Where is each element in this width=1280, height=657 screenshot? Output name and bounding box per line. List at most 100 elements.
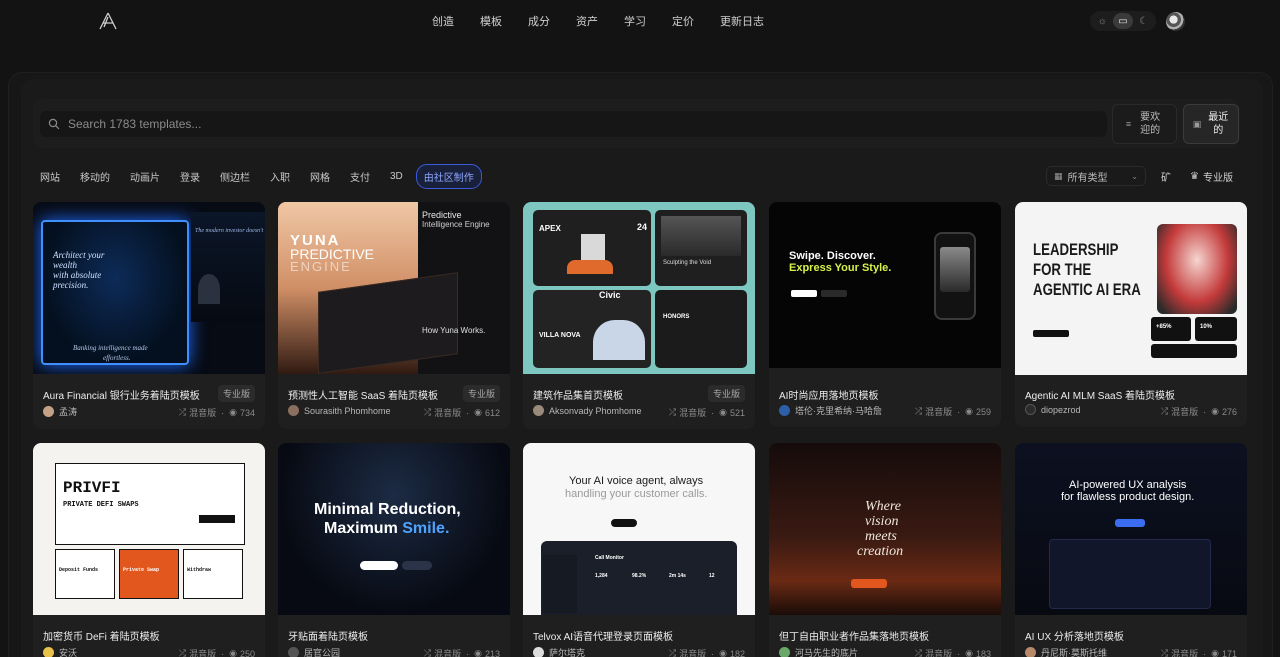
template-card[interactable]: Swipe. Discover. Express Your Style. AI时… bbox=[769, 202, 1001, 427]
thumb-stat-1: +85% bbox=[1156, 324, 1172, 330]
thumb-minimal: Minimal Reduction, bbox=[314, 501, 461, 518]
dot-separator: · bbox=[221, 648, 225, 657]
template-card[interactable]: AI-powered UX analysis for flawless prod… bbox=[1015, 443, 1247, 657]
chip-login[interactable]: 登录 bbox=[173, 165, 207, 188]
search-input[interactable]: Search 1783 templates... bbox=[40, 111, 1107, 137]
card-title: Aura Financial 银行业务着陆页模板 bbox=[43, 391, 200, 402]
card-author[interactable]: 塔伦·克里希纳·马哈詹 bbox=[779, 404, 882, 417]
card-stats: ⤮ 混音版 · ◉ 259 bbox=[915, 405, 991, 418]
pro-badge: 专业版 bbox=[217, 385, 255, 402]
card-author[interactable]: 居官公园 bbox=[288, 646, 340, 657]
card-author[interactable]: 丹尼斯·莫斯托维 bbox=[1025, 646, 1107, 657]
dot-separator: · bbox=[1203, 406, 1207, 417]
monitor-icon[interactable]: ▭ bbox=[1112, 13, 1133, 29]
template-card[interactable]: Your AI voice agent, always handling you… bbox=[523, 443, 755, 657]
template-thumbnail: AI-powered UX analysis for flawless prod… bbox=[1015, 443, 1247, 615]
card-author[interactable]: 萨尔塔克 bbox=[533, 646, 585, 657]
calendar-icon: ▣ bbox=[1192, 118, 1202, 129]
template-thumbnail: Swipe. Discover. Express Your Style. bbox=[769, 202, 1001, 368]
card-author[interactable]: Sourasith Phomhome bbox=[288, 405, 391, 416]
view-count: 259 bbox=[975, 406, 991, 417]
dot-separator: · bbox=[466, 407, 470, 418]
thumb-voice-2: handling your customer calls. bbox=[565, 488, 708, 500]
moon-icon[interactable]: ☾ bbox=[1134, 13, 1154, 29]
card-author[interactable]: 孟涛 bbox=[43, 405, 77, 418]
theme-switch: ☼ ▭ ☾ bbox=[1090, 11, 1156, 31]
eye-icon: ◉ bbox=[965, 406, 973, 416]
sort-recent-button[interactable]: ▣ 最近的 bbox=[1183, 104, 1239, 144]
thumb-ux-2: for flawless product design. bbox=[1061, 491, 1195, 503]
card-author[interactable]: 安沃 bbox=[43, 646, 77, 657]
template-thumbnail: YUNA PREDICTIVE ENGINE Predictive Intell… bbox=[278, 202, 510, 374]
card-author[interactable]: Aksonvady Phomhome bbox=[533, 405, 642, 416]
eye-icon: ◉ bbox=[1211, 406, 1219, 416]
author-name: 丹尼斯·莫斯托维 bbox=[1041, 648, 1107, 657]
sun-icon[interactable]: ☼ bbox=[1092, 13, 1112, 29]
pro-filter-button[interactable]: ♛ 专业版 bbox=[1190, 166, 1233, 186]
template-card[interactable]: PRIVFI PRIVATE DEFI SWAPS Deposit Funds … bbox=[33, 443, 265, 657]
crown-icon: ♛ bbox=[1190, 170, 1199, 182]
eye-icon: ◉ bbox=[474, 648, 482, 657]
chip-3d[interactable]: 3D bbox=[383, 167, 410, 186]
thumb-foot-1: Banking intelligence made bbox=[73, 344, 148, 352]
nav-create[interactable]: 创造 bbox=[424, 13, 462, 29]
template-card[interactable]: APEX 24 Sculpting the Void Civic VILLA N… bbox=[523, 202, 755, 429]
list-icon: ≡ bbox=[1125, 118, 1132, 129]
mine-button[interactable]: 矿 bbox=[1156, 166, 1176, 186]
nav-learn[interactable]: 学习 bbox=[616, 13, 654, 29]
template-card[interactable]: Minimal Reduction, Maximum Smile. 牙贴面着陆页… bbox=[278, 443, 510, 657]
thumb-headline-4: precision. bbox=[53, 280, 89, 290]
logo-icon[interactable] bbox=[98, 11, 118, 31]
chip-grid[interactable]: 网格 bbox=[303, 165, 337, 188]
template-card[interactable]: Architect your wealth with absolute prec… bbox=[33, 202, 265, 429]
thumb-agentic: AGENTIC AI ERA bbox=[1033, 280, 1141, 299]
author-avatar bbox=[288, 647, 299, 657]
nav-components[interactable]: 成分 bbox=[520, 13, 558, 29]
nav-templates[interactable]: 模板 bbox=[472, 13, 510, 29]
view-count: 276 bbox=[1221, 406, 1237, 417]
type-select[interactable]: ▦ 所有类型 ⌄ bbox=[1046, 166, 1146, 186]
chip-mobile[interactable]: 移动的 bbox=[73, 165, 117, 188]
user-avatar[interactable] bbox=[1166, 12, 1185, 31]
card-author[interactable]: 河马先生的底片 bbox=[779, 646, 858, 657]
card-title: AI UX 分析落地页模板 bbox=[1025, 632, 1124, 643]
thumb-maximum: Maximum Smile. bbox=[324, 520, 449, 538]
chip-animation[interactable]: 动画片 bbox=[123, 165, 167, 188]
nav-changelog[interactable]: 更新日志 bbox=[712, 13, 772, 29]
thumb-stat-2: 10% bbox=[1200, 324, 1213, 330]
template-card[interactable]: Where vision meets creation 但丁自由职业者作品集落地… bbox=[769, 443, 1001, 657]
search-placeholder: Search 1783 templates... bbox=[68, 117, 202, 131]
sort-popular-button[interactable]: ≡ 要欢迎的 bbox=[1112, 104, 1177, 144]
thumb-villa: VILLA NOVA bbox=[539, 332, 581, 339]
search-icon bbox=[48, 118, 60, 130]
chip-website[interactable]: 网站 bbox=[33, 165, 67, 188]
card-title: Telvox AI语音代理登录页面模板 bbox=[533, 632, 674, 643]
thumb-voice-1: Your AI voice agent, always bbox=[569, 475, 704, 487]
thumb-how: How Yuna Works. bbox=[422, 326, 486, 335]
remix-label: 混音版 bbox=[434, 408, 462, 418]
card-stats: ⤮ 混音版 · ◉ 734 bbox=[179, 406, 255, 419]
eye-icon: ◉ bbox=[719, 648, 727, 657]
template-thumbnail: Where vision meets creation bbox=[769, 443, 1001, 615]
chip-onboarding[interactable]: 入职 bbox=[263, 165, 297, 188]
remix-label: 混音版 bbox=[679, 649, 707, 657]
chip-community[interactable]: 由社区制作 bbox=[415, 163, 482, 189]
chip-payment[interactable]: 支付 bbox=[343, 165, 377, 188]
shuffle-icon: ⤮ bbox=[668, 407, 677, 417]
template-card[interactable]: LEADERSHIP FOR THE AGENTIC AI ERA +85% 1… bbox=[1015, 202, 1247, 427]
template-card[interactable]: YUNA PREDICTIVE ENGINE Predictive Intell… bbox=[278, 202, 510, 429]
card-title: 牙贴面着陆页模板 bbox=[288, 632, 368, 643]
remix-label: 混音版 bbox=[1171, 407, 1199, 417]
thumb-vision: vision bbox=[865, 514, 899, 529]
view-count: 182 bbox=[729, 648, 745, 657]
chip-sidebar[interactable]: 侧边栏 bbox=[213, 165, 257, 188]
author-name: 塔伦·克里希纳·马哈詹 bbox=[795, 406, 882, 416]
card-stats: ⤮ 混音版 · ◉ 171 bbox=[1161, 647, 1237, 657]
shuffle-icon: ⤮ bbox=[178, 407, 187, 417]
card-stats: ⤮ 混音版 · ◉ 213 bbox=[424, 647, 500, 657]
eye-icon: ◉ bbox=[229, 407, 237, 417]
nav-pricing[interactable]: 定价 bbox=[664, 13, 702, 29]
view-count: 734 bbox=[239, 407, 255, 418]
nav-assets[interactable]: 资产 bbox=[568, 13, 606, 29]
card-author[interactable]: diopezrod bbox=[1025, 404, 1081, 415]
